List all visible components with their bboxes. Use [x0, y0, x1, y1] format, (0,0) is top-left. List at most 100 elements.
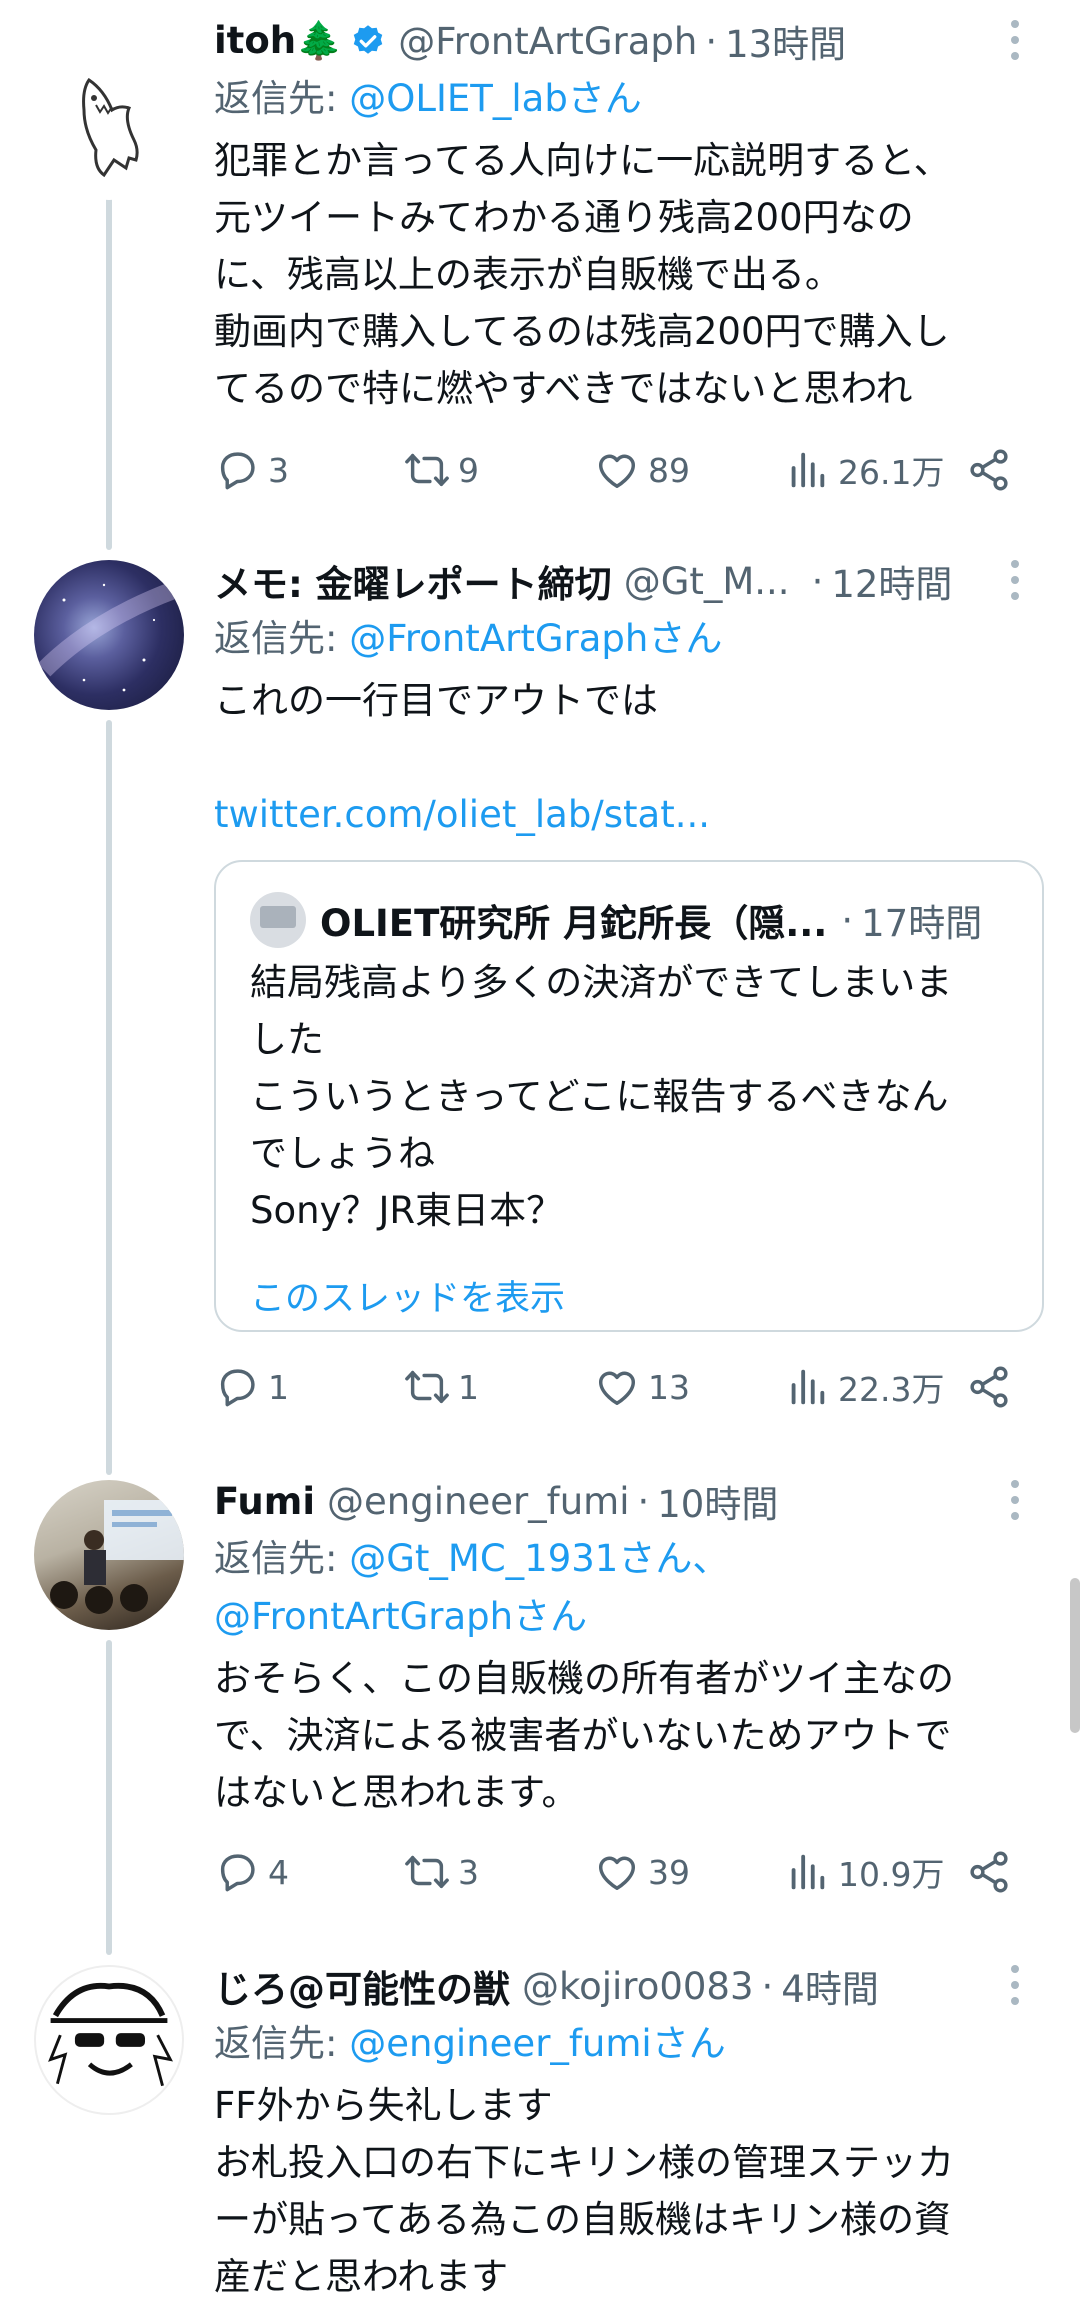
retweet-icon	[405, 453, 449, 487]
share-button[interactable]	[966, 1357, 1012, 1417]
timestamp[interactable]: 4時間	[781, 1959, 879, 2013]
like-button[interactable]: 89	[594, 440, 690, 500]
quoted-tweet-text: 結局残高より多くの決済ができてしまいま した こういうときってどこに報告するべき…	[250, 961, 953, 1232]
reply-button[interactable]: 3	[214, 440, 289, 500]
reply-to-label: 返信先:	[214, 617, 350, 660]
heart-icon	[598, 1856, 636, 1891]
avatar[interactable]	[34, 50, 184, 200]
timestamp[interactable]: 13時間	[725, 14, 846, 68]
reply-to-line: 返信先: @engineer_fumiさん	[214, 2015, 1040, 2073]
retweet-icon	[405, 1855, 449, 1889]
quoted-tweet-header: OLIET研究所 月鉈所長（隠... · 17時間	[250, 892, 982, 948]
reply-to-label: 返信先:	[214, 1537, 350, 1580]
reply-to-label: 返信先:	[214, 77, 350, 120]
separator: ·	[761, 1964, 774, 2008]
timestamp[interactable]: 10時間	[657, 1474, 778, 1528]
retweet-count: 1	[458, 1367, 479, 1407]
tweet-header: Fumi @engineer_fumi · 10時間	[214, 1474, 1040, 1528]
tweet[interactable]: itoh🌲 @FrontArtGraph · 13時間 返信先: @OLIET_…	[0, 0, 1080, 520]
tweet[interactable]: メモ: 金曜レポート締切 @Gt_M... · 12時間 返信先: @Front…	[0, 540, 1080, 1440]
views-button[interactable]: 10.9万	[784, 1842, 944, 1902]
show-thread-link[interactable]: このスレッドを表示	[250, 1270, 565, 1321]
handle[interactable]: @kojiro0083	[522, 1965, 754, 2008]
view-count: 26.1万	[838, 453, 945, 492]
reply-to-line: 返信先: @FrontArtGraphさん	[214, 610, 1040, 668]
tweet-header: itoh🌲 @FrontArtGraph · 13時間	[214, 14, 1040, 68]
quoted-tweet[interactable]: OLIET研究所 月鉈所長（隠... · 17時間 結局残高より多くの決済ができ…	[214, 860, 1044, 1332]
analytics-icon	[791, 452, 825, 488]
reply-icon	[220, 452, 255, 490]
reply-count: 4	[268, 1852, 289, 1892]
share-icon	[970, 1366, 1008, 1408]
avatar[interactable]	[34, 1965, 184, 2115]
display-name[interactable]: itoh🌲	[214, 19, 342, 63]
like-count: 39	[648, 1852, 690, 1892]
avatar[interactable]	[34, 560, 184, 710]
like-count: 13	[648, 1367, 690, 1407]
handle[interactable]: @engineer_fumi	[327, 1480, 629, 1523]
separator: ·	[841, 898, 854, 942]
like-button[interactable]: 13	[594, 1357, 690, 1417]
reply-icon	[220, 1369, 255, 1407]
views-button[interactable]: 26.1万	[784, 440, 944, 500]
like-button[interactable]: 39	[594, 1842, 690, 1902]
more-options-icon[interactable]	[1000, 1480, 1030, 1520]
handle[interactable]: @FrontArtGraph	[398, 20, 697, 63]
reply-to-line: 返信先: @Gt_MC_1931さん、 @FrontArtGraphさん	[214, 1530, 1040, 1646]
tweet-link[interactable]: twitter.com/oliet_lab/stat...	[214, 786, 1040, 843]
heart-icon	[598, 1371, 636, 1406]
retweet-button[interactable]: 9	[404, 440, 479, 500]
display-name[interactable]: Fumi	[214, 1480, 315, 1523]
share-icon	[970, 1851, 1008, 1893]
view-count: 10.9万	[838, 1855, 945, 1894]
display-name[interactable]: じろ@可能性の獣	[214, 1959, 510, 2013]
tweet-actions: 4 3 39 10.9万	[214, 1842, 1044, 1902]
more-options-icon[interactable]	[1000, 1965, 1030, 2005]
share-button[interactable]	[966, 440, 1012, 500]
scrollbar[interactable]	[1070, 1578, 1080, 1733]
tweet[interactable]: Fumi @engineer_fumi · 10時間 返信先: @Gt_MC_1…	[0, 1460, 1080, 1940]
retweet-icon	[405, 1370, 449, 1404]
quoted-display-name: OLIET研究所 月鉈所長（隠...	[320, 902, 828, 945]
tweet-header: じろ@可能性の獣 @kojiro0083 · 4時間	[214, 1959, 1040, 2013]
reply-to-line: 返信先: @OLIET_labさん	[214, 70, 1040, 128]
more-options-icon[interactable]	[1000, 20, 1030, 60]
tweet-text: おそらく、この自販機の所有者がツイ主なの で、決済による被害者がいないためアウト…	[214, 1657, 954, 1814]
reply-to-label: 返信先:	[214, 2022, 350, 2065]
reply-to-link[interactable]: @engineer_fumiさん	[349, 2022, 725, 2065]
separator: ·	[705, 19, 718, 63]
reply-count: 3	[268, 450, 289, 490]
tweet-header: メモ: 金曜レポート締切 @Gt_M... · 12時間	[214, 554, 1040, 608]
analytics-icon	[791, 1369, 825, 1405]
separator: ·	[637, 1479, 650, 1523]
handle[interactable]: @Gt_M...	[624, 560, 790, 603]
views-button[interactable]: 22.3万	[784, 1357, 944, 1417]
quoted-avatar	[250, 892, 306, 948]
reply-button[interactable]: 4	[214, 1842, 289, 1902]
timestamp[interactable]: 12時間	[831, 554, 952, 608]
reply-count: 1	[268, 1367, 289, 1407]
reply-icon	[220, 1854, 255, 1892]
retweet-count: 3	[458, 1852, 479, 1892]
heart-icon	[598, 454, 636, 489]
verified-badge-icon	[350, 23, 386, 59]
analytics-icon	[791, 1854, 825, 1890]
quoted-timestamp: 17時間	[861, 902, 983, 945]
reply-to-link[interactable]: @OLIET_labさん	[349, 77, 642, 120]
tweet[interactable]: じろ@可能性の獣 @kojiro0083 · 4時間 返信先: @enginee…	[0, 1945, 1080, 2309]
more-options-icon[interactable]	[1000, 560, 1030, 600]
reply-to-link[interactable]: @FrontArtGraphさん	[349, 617, 722, 660]
tweet-text: FF外から失礼します お札投入口の右下にキリン様の管理ステッカ ーが貼ってある為…	[214, 2084, 954, 2298]
tweet-actions: 1 1 13 22.3万	[214, 1357, 1044, 1417]
avatar[interactable]	[34, 1480, 184, 1630]
separator: ·	[811, 559, 824, 603]
display-name[interactable]: メモ: 金曜レポート締切	[214, 554, 612, 608]
retweet-button[interactable]: 3	[404, 1842, 479, 1902]
retweet-count: 9	[458, 450, 479, 490]
like-count: 89	[648, 450, 690, 490]
share-button[interactable]	[966, 1842, 1012, 1902]
retweet-button[interactable]: 1	[404, 1357, 479, 1417]
view-count: 22.3万	[838, 1370, 945, 1409]
share-icon	[970, 449, 1008, 491]
reply-button[interactable]: 1	[214, 1357, 289, 1417]
